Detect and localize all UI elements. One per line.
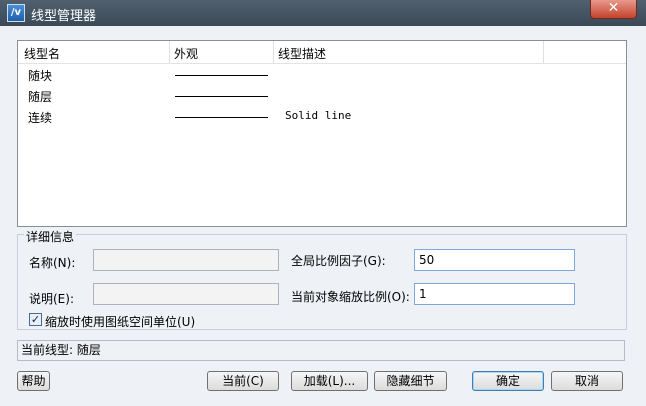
name-field[interactable] [93, 249, 279, 271]
linetype-preview [175, 117, 268, 118]
global-scale-label: 全局比例因子(G): [291, 254, 386, 268]
ok-button[interactable]: 确定 [472, 371, 544, 391]
linetype-name: 连续 [28, 111, 53, 125]
column-separator[interactable] [169, 41, 170, 63]
paper-space-checkbox[interactable]: ✓ [29, 313, 42, 326]
global-scale-input[interactable]: 50 [414, 249, 575, 271]
column-header-appearance[interactable]: 外观 [174, 45, 198, 62]
linetype-description: Solid line [285, 109, 352, 122]
current-button[interactable]: 当前(C) [207, 371, 279, 391]
help-button[interactable]: 帮助 [17, 371, 50, 391]
window-title: 线型管理器 [31, 9, 97, 24]
column-header-name[interactable]: 线型名 [24, 45, 60, 62]
paper-space-label[interactable]: 缩放时使用图纸空间单位(U) [45, 313, 195, 330]
table-row[interactable]: 随块 [18, 64, 626, 85]
current-linetype-status: 当前线型: 随层 [17, 340, 625, 361]
column-separator[interactable] [543, 41, 544, 63]
table-row[interactable]: 连续 Solid line [18, 106, 626, 127]
description-label: 说明(E): [29, 292, 74, 306]
cancel-button[interactable]: 取消 [551, 371, 623, 391]
load-button[interactable]: 加载(L)... [291, 371, 368, 391]
app-icon: /v [7, 4, 25, 22]
linetype-preview [175, 75, 268, 76]
linetype-list[interactable]: 线型名 外观 线型描述 随块 随层 连续 Solid line [17, 40, 627, 227]
table-row[interactable]: 随层 [18, 85, 626, 106]
linetype-name: 随层 [28, 90, 53, 104]
linetype-name: 随块 [28, 69, 53, 83]
column-separator[interactable] [273, 41, 274, 63]
list-header: 线型名 外观 线型描述 [18, 41, 626, 64]
hide-details-button[interactable]: 隐藏细节 [374, 371, 447, 391]
close-icon[interactable]: ✕ [590, 0, 637, 19]
details-legend: 详细信息 [24, 228, 77, 245]
current-scale-label: 当前对象缩放比例(O): [291, 290, 410, 304]
name-label: 名称(N): [29, 256, 76, 270]
linetype-manager-dialog: /v 线型管理器 ✕ 线型名 外观 线型描述 随块 随层 连续 Solid li… [0, 0, 646, 406]
linetype-preview [175, 96, 268, 97]
column-header-description[interactable]: 线型描述 [278, 45, 326, 62]
description-field[interactable] [93, 283, 279, 305]
current-scale-input[interactable]: 1 [414, 283, 575, 305]
title-bar: /v 线型管理器 ✕ [0, 0, 646, 26]
